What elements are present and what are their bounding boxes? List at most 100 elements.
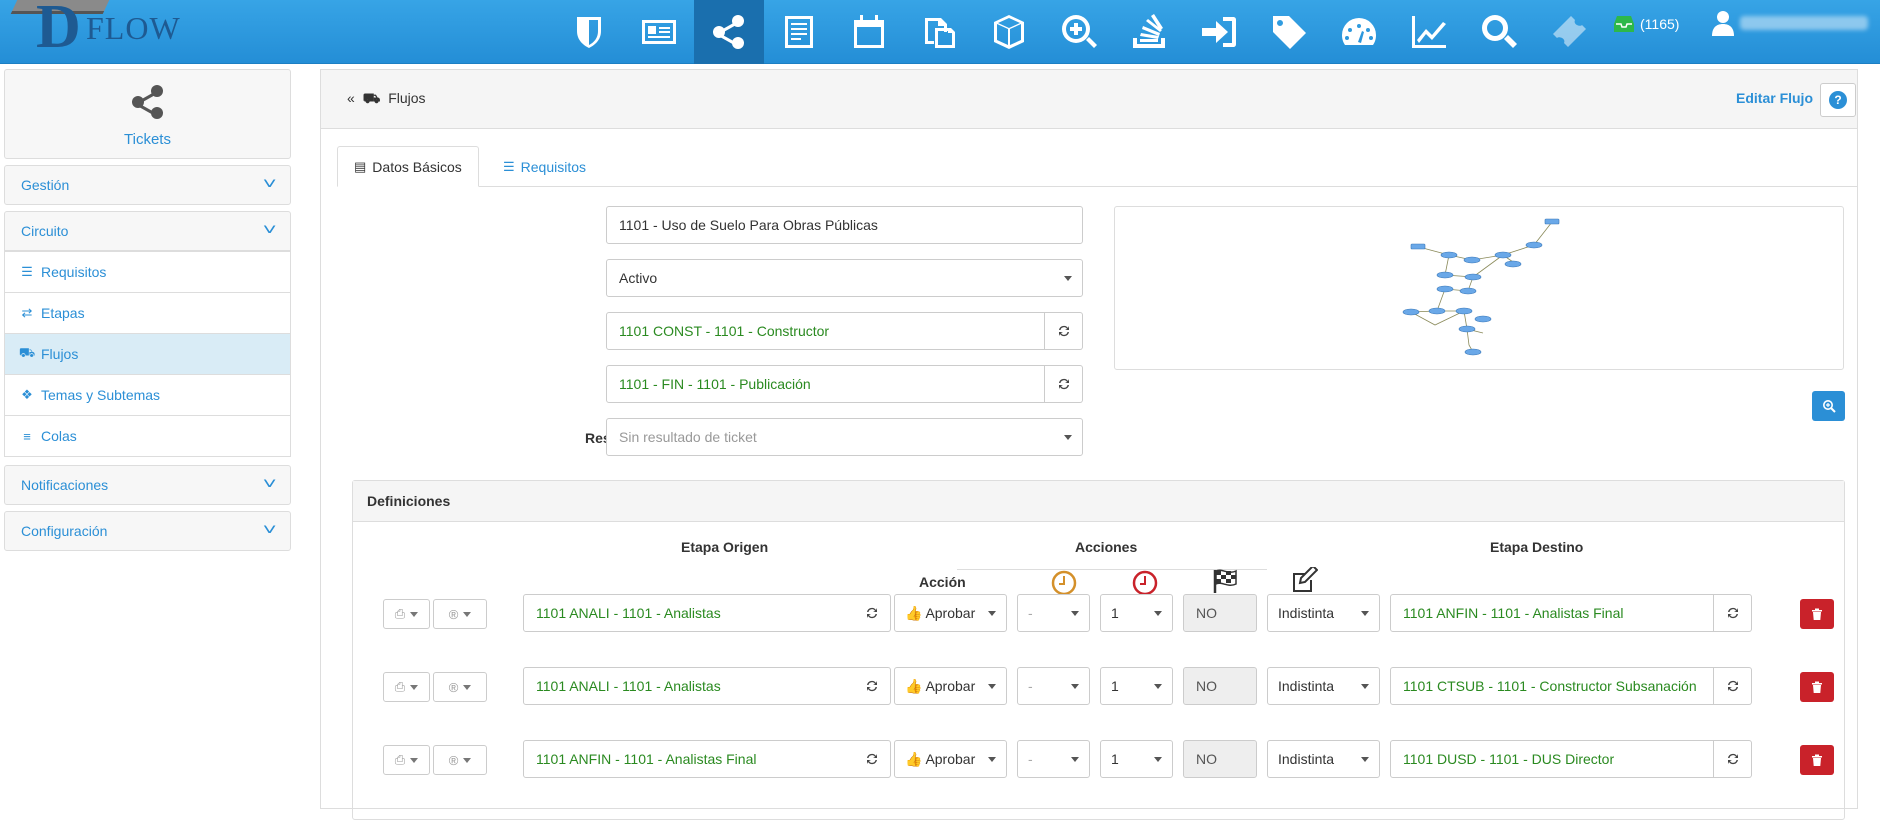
nav-zoom-in-icon[interactable] [1044, 0, 1114, 64]
nav-sign-in-icon[interactable] [1184, 0, 1254, 64]
nav-calendar-icon[interactable] [834, 0, 904, 64]
delete-row-button[interactable] [1800, 672, 1834, 702]
delete-row-button[interactable] [1800, 599, 1834, 629]
sidebar-section-circuito[interactable]: Circuito ˅ [4, 211, 291, 251]
accion-value: Aprobar [925, 605, 976, 621]
trash-icon [1812, 754, 1822, 766]
print-dropdown-button[interactable]: ⎙ [383, 599, 430, 629]
user-menu[interactable] [1712, 10, 1868, 36]
etapa-origen-input[interactable]: 1101 ANFIN - 1101 - Analistas Final [523, 740, 854, 778]
nav-share-icon[interactable] [694, 0, 764, 64]
tiempo-aviso-select[interactable]: - [1017, 740, 1090, 778]
nav-stack-icon[interactable] [1114, 0, 1184, 64]
refresh-icon [1727, 607, 1738, 619]
nav-shield-icon[interactable] [554, 0, 624, 64]
nav-cube-icon[interactable] [974, 0, 1044, 64]
nav-ticket-icon[interactable] [1534, 0, 1604, 64]
registered-dropdown-button[interactable]: ® [433, 672, 487, 702]
retweet-icon: ⇄ [21, 305, 33, 320]
etapa-origen-input[interactable]: 1101 ANALI - 1101 - Analistas [523, 667, 854, 705]
col-etapa-destino: Etapa Destino [1490, 539, 1584, 555]
tiempo-limite-select[interactable]: 1 [1100, 594, 1173, 632]
nav-line-chart-icon[interactable] [1394, 0, 1464, 64]
section-label: Configuración [21, 523, 108, 539]
tiempo-aviso-select[interactable]: - [1017, 594, 1090, 632]
destino-refresh-button[interactable] [1714, 740, 1752, 778]
modo-select[interactable]: Indistinta [1267, 667, 1380, 705]
nav-id-card-icon[interactable] [624, 0, 694, 64]
etapa-inicial-refresh-button[interactable] [1045, 312, 1083, 350]
origen-refresh-button[interactable] [853, 667, 891, 705]
accion-value: Aprobar [925, 678, 976, 694]
user-icon [1712, 11, 1734, 36]
modo-select[interactable]: Indistinta [1267, 740, 1380, 778]
destino-refresh-button[interactable] [1714, 667, 1752, 705]
tiempo-limite-select[interactable]: 1 [1100, 740, 1173, 778]
etapa-destino-input[interactable]: 1101 CTSUB - 1101 - Constructor Subsanac… [1390, 667, 1714, 705]
section-label: Circuito [21, 223, 69, 239]
etapa-inicial-input[interactable]: 1101 CONST - 1101 - Constructor [606, 312, 1045, 350]
sidebar-header[interactable]: Tickets [4, 69, 291, 159]
final-flag-field: NO [1183, 594, 1257, 632]
nav-search-icon[interactable] [1464, 0, 1534, 64]
caret-down-icon [1361, 611, 1369, 616]
section-label: Notificaciones [21, 477, 109, 493]
destino-refresh-button[interactable] [1714, 594, 1752, 632]
accion-select[interactable]: 👍 Aprobar [894, 594, 1007, 632]
registered-dropdown-button[interactable]: ® [433, 745, 487, 775]
print-dropdown-button[interactable]: ⎙ [383, 745, 430, 775]
sidebar-item-flujos[interactable]: ⛟ Flujos [5, 333, 290, 374]
tiempo-aviso-select[interactable]: - [1017, 667, 1090, 705]
nombre-input[interactable]: 1101 - Uso de Suelo Para Obras Públicas [606, 206, 1083, 244]
caret-down-icon [988, 684, 996, 689]
nav-copy-icon[interactable] [904, 0, 974, 64]
flow-diagram-preview[interactable] [1114, 206, 1844, 370]
inbox-indicator[interactable]: (1165) [1612, 14, 1679, 34]
sidebar-section-notificaciones[interactable]: Notificaciones ˅ [4, 465, 291, 505]
delete-row-button[interactable] [1800, 745, 1834, 775]
origen-refresh-button[interactable] [853, 594, 891, 632]
tab-datos-basicos[interactable]: ▤ Datos Básicos [337, 146, 479, 187]
nav-dashboard-icon[interactable] [1324, 0, 1394, 64]
registered-dropdown-button[interactable]: ® [433, 599, 487, 629]
edit-icon [1293, 567, 1318, 592]
tab-requisitos[interactable]: ☰ Requisitos [487, 146, 602, 187]
caret-down-icon [988, 757, 996, 762]
estado-select[interactable]: Activo [606, 259, 1083, 297]
caret-down-icon [1154, 611, 1162, 616]
accion-select[interactable]: 👍 Aprobar [894, 667, 1007, 705]
top-navbar: D FLOW (1165) [0, 0, 1880, 64]
section-label: Gestión [21, 177, 70, 193]
etapa-final-refresh-button[interactable] [1045, 365, 1083, 403]
sidebar-section-gestion[interactable]: Gestión ˅ [4, 165, 291, 205]
help-button[interactable]: ? [1820, 83, 1856, 117]
edit-flow-title: Editar Flujo [1736, 90, 1813, 106]
print-dropdown-button[interactable]: ⎙ [383, 672, 430, 702]
dflow-logo[interactable]: D FLOW [6, 0, 196, 64]
sidebar-item-requisitos[interactable]: ☰ Requisitos [5, 251, 290, 292]
diagram-zoom-button[interactable] [1812, 391, 1845, 421]
tab-label: Datos Básicos [372, 158, 462, 175]
etapa-final-input[interactable]: 1101 - FIN - 1101 - Publicación [606, 365, 1045, 403]
accion-select[interactable]: 👍 Aprobar [894, 740, 1007, 778]
etapa-destino-input[interactable]: 1101 ANFIN - 1101 - Analistas Final [1390, 594, 1714, 632]
resultado-select[interactable]: Sin resultado de ticket [606, 418, 1083, 456]
nav-tag-icon[interactable] [1254, 0, 1324, 64]
refresh-icon [1058, 378, 1069, 390]
sidebar-section-configuracion[interactable]: Configuración ˅ [4, 511, 291, 551]
modo-select[interactable]: Indistinta [1267, 594, 1380, 632]
tiempo-limite-select[interactable]: 1 [1100, 667, 1173, 705]
modo-value: Indistinta [1278, 605, 1335, 621]
caret-down-icon [463, 684, 472, 690]
etapa-destino-input[interactable]: 1101 DUSD - 1101 - DUS Director [1390, 740, 1714, 778]
origen-refresh-button[interactable] [853, 740, 891, 778]
sidebar-item-etapas[interactable]: ⇄ Etapas [5, 292, 290, 333]
nav-checklist-icon[interactable] [764, 0, 834, 64]
tiempo-limite-value: 1 [1111, 751, 1119, 767]
etapa-origen-input[interactable]: 1101 ANALI - 1101 - Analistas [523, 594, 854, 632]
breadcrumb-link[interactable]: « ⛟ Flujos [347, 90, 426, 109]
sidebar-item-temas[interactable]: ❖ Temas y Subtemas [5, 374, 290, 415]
sidebar-item-colas[interactable]: ≡ Colas [5, 415, 290, 456]
zoom-in-icon [1822, 400, 1836, 413]
tiempo-aviso-value: - [1028, 751, 1033, 767]
